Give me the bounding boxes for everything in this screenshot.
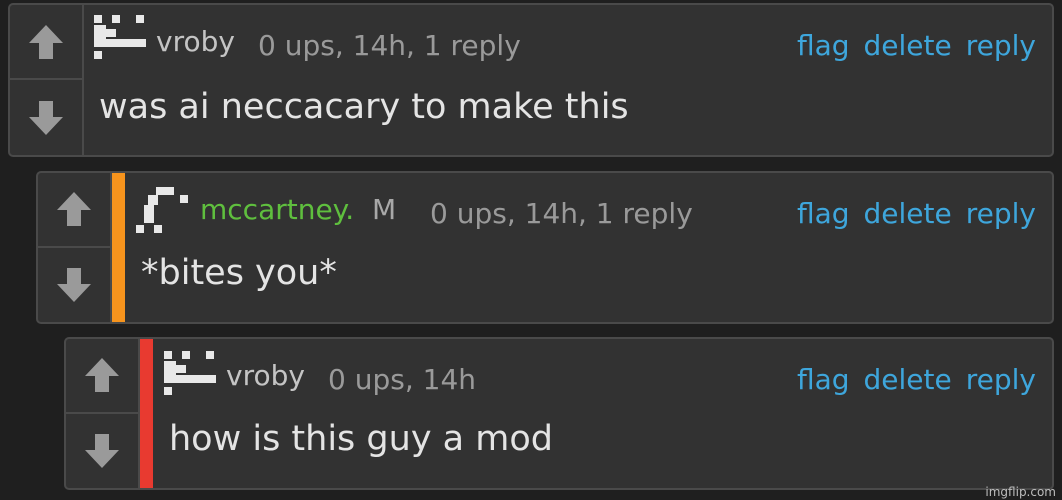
thread-depth-bar bbox=[112, 173, 125, 322]
comment-username[interactable]: vroby bbox=[226, 359, 305, 392]
pixel-avatar-icon bbox=[164, 351, 216, 395]
upvote-button[interactable] bbox=[38, 173, 110, 248]
pixel-avatar-icon bbox=[94, 15, 146, 59]
downvote-button[interactable] bbox=[66, 414, 138, 489]
comment-meta: 0 ups, 14h, 1 reply bbox=[430, 197, 693, 230]
flag-link[interactable]: flag bbox=[797, 363, 850, 396]
user-avatar[interactable] bbox=[134, 187, 190, 235]
comment: vroby 0 ups, 14h, 1 reply flag delete re… bbox=[8, 3, 1054, 157]
user-avatar[interactable] bbox=[92, 13, 148, 61]
downvote-button[interactable] bbox=[38, 248, 110, 323]
moderator-badge: M bbox=[372, 193, 397, 226]
vote-column bbox=[10, 5, 84, 155]
downvote-button[interactable] bbox=[10, 80, 82, 155]
comment: mccartney. M 0 ups, 14h, 1 reply flag de… bbox=[36, 171, 1054, 324]
comment-text: *bites you* bbox=[141, 253, 337, 293]
delete-link[interactable]: delete bbox=[864, 363, 952, 396]
thread-depth-bar bbox=[140, 339, 153, 488]
reply-link[interactable]: reply bbox=[966, 29, 1036, 62]
arrow-up-icon bbox=[57, 192, 91, 227]
watermark: imgflip.com bbox=[985, 485, 1056, 499]
comment-actions: flag delete reply bbox=[797, 29, 1036, 62]
comment: vroby 0 ups, 14h flag delete reply how i… bbox=[64, 337, 1054, 490]
delete-link[interactable]: delete bbox=[864, 29, 952, 62]
reply-link[interactable]: reply bbox=[966, 363, 1036, 396]
vote-column bbox=[66, 339, 140, 488]
comment-text: was ai neccacary to make this bbox=[99, 87, 629, 127]
delete-link[interactable]: delete bbox=[864, 197, 952, 230]
arrow-down-icon bbox=[85, 433, 119, 468]
arrow-down-icon bbox=[57, 267, 91, 302]
arrow-up-icon bbox=[29, 24, 63, 59]
upvote-button[interactable] bbox=[10, 5, 82, 80]
flag-link[interactable]: flag bbox=[797, 29, 850, 62]
arrow-down-icon bbox=[29, 100, 63, 135]
arrow-up-icon bbox=[85, 358, 119, 393]
pixel-avatar-icon bbox=[136, 187, 188, 233]
comment-meta: 0 ups, 14h, 1 reply bbox=[258, 29, 521, 62]
comment-username[interactable]: vroby bbox=[156, 25, 235, 58]
comment-meta: 0 ups, 14h bbox=[328, 363, 476, 396]
comment-actions: flag delete reply bbox=[797, 197, 1036, 230]
vote-column bbox=[38, 173, 112, 322]
comment-actions: flag delete reply bbox=[797, 363, 1036, 396]
comment-text: how is this guy a mod bbox=[169, 419, 553, 459]
flag-link[interactable]: flag bbox=[797, 197, 850, 230]
user-avatar[interactable] bbox=[162, 349, 218, 397]
comment-username[interactable]: mccartney. bbox=[200, 193, 354, 226]
upvote-button[interactable] bbox=[66, 339, 138, 414]
reply-link[interactable]: reply bbox=[966, 197, 1036, 230]
